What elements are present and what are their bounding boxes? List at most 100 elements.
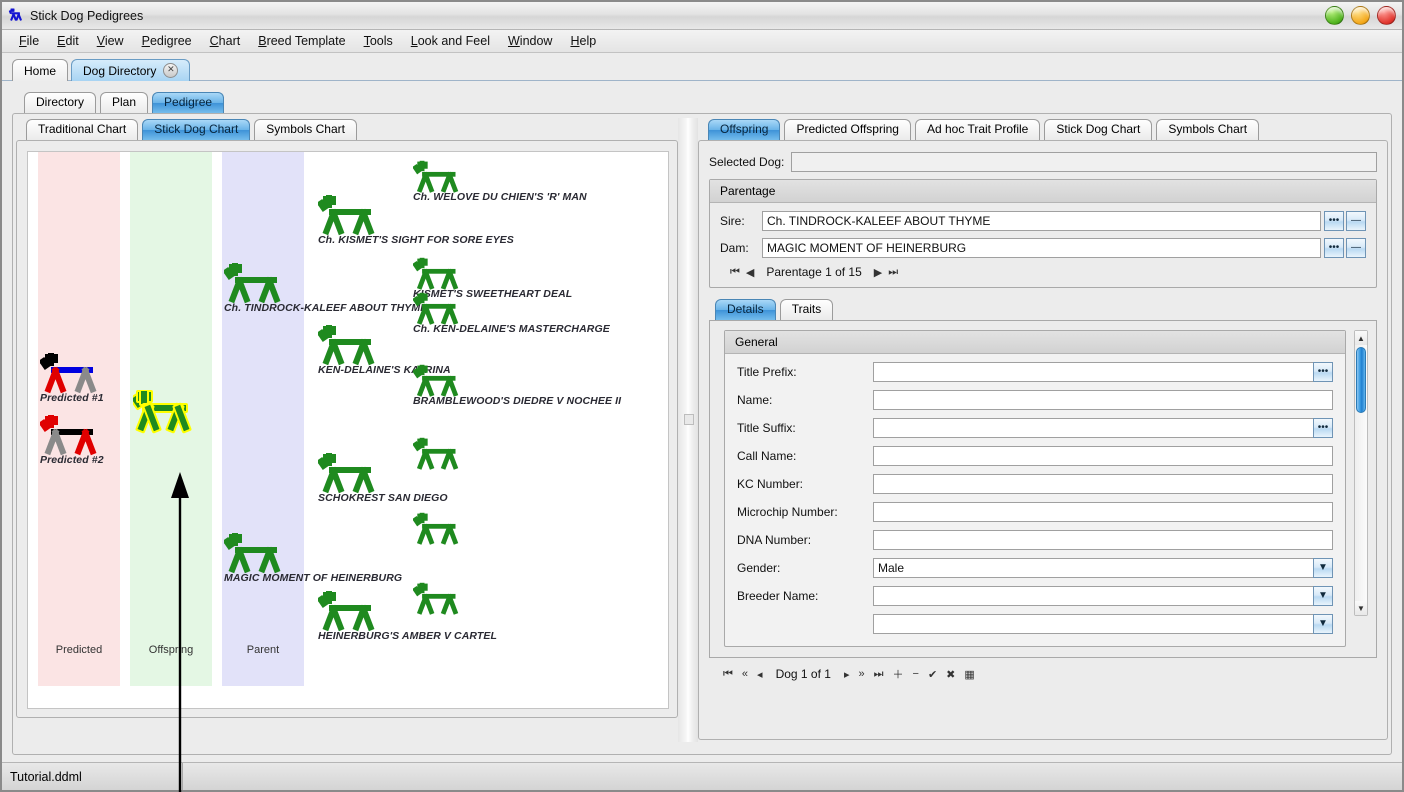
- stick-dog-figure[interactable]: [413, 364, 463, 399]
- stick-dog-figure[interactable]: [224, 262, 286, 306]
- record-commit-button[interactable]: ✔: [928, 668, 937, 681]
- menu-look-and-feel[interactable]: Look and Feel: [402, 32, 499, 50]
- stick-dog-figure[interactable]: [413, 292, 463, 327]
- record-prev-button[interactable]: ◂: [757, 668, 763, 681]
- dam-browse-button[interactable]: •••: [1324, 238, 1344, 258]
- stick-dog-figure[interactable]: [413, 257, 463, 292]
- tab-stick-dog-chart-right[interactable]: Stick Dog Chart: [1044, 119, 1152, 140]
- menu-window[interactable]: Window: [499, 32, 561, 50]
- document-tab-dog-directory[interactable]: Dog Directory ✕: [71, 59, 190, 81]
- menu-breed-template[interactable]: Breed Template: [249, 32, 354, 50]
- field-dropdown-button[interactable]: ▼: [1313, 558, 1333, 578]
- menu-pedigree[interactable]: Pedigree: [133, 32, 201, 50]
- tab-pedigree[interactable]: Pedigree: [152, 92, 224, 113]
- tab-ad-hoc-trait-profile[interactable]: Ad hoc Trait Profile: [915, 119, 1040, 140]
- stick-dog-figure[interactable]: [224, 532, 286, 576]
- chart-node[interactable]: [224, 532, 286, 579]
- field-browse-button[interactable]: •••: [1313, 418, 1333, 438]
- menu-chart[interactable]: Chart: [201, 32, 250, 50]
- stick-dog-figure[interactable]: [318, 324, 380, 368]
- tab-directory[interactable]: Directory: [24, 92, 96, 113]
- chart-node[interactable]: [413, 292, 463, 330]
- selected-dog-input[interactable]: [791, 152, 1377, 172]
- field-input[interactable]: Male: [873, 558, 1333, 578]
- tab-offspring[interactable]: Offspring: [708, 119, 780, 140]
- stick-dog-figure[interactable]: [413, 582, 463, 617]
- record-fastfwd-button[interactable]: »: [858, 668, 864, 680]
- record-last-button[interactable]: ⏭: [874, 668, 884, 681]
- sire-browse-button[interactable]: •••: [1324, 211, 1344, 231]
- menu-edit[interactable]: Edit: [48, 32, 88, 50]
- chart-node[interactable]: [318, 452, 380, 499]
- dam-clear-button[interactable]: —: [1346, 238, 1366, 258]
- stick-dog-figure[interactable]: [318, 194, 380, 238]
- tab-symbols-chart[interactable]: Symbols Chart: [254, 119, 357, 140]
- parentage-next-button[interactable]: ▶: [874, 266, 882, 279]
- close-icon[interactable]: ✕: [163, 63, 178, 78]
- field-input[interactable]: [873, 474, 1333, 494]
- chart-node[interactable]: [413, 582, 463, 620]
- tab-plan[interactable]: Plan: [100, 92, 148, 113]
- chart-node[interactable]: [318, 324, 380, 371]
- record-cancel-button[interactable]: ✖: [946, 668, 955, 681]
- scroll-down-button[interactable]: ▼: [1355, 601, 1367, 615]
- menu-view[interactable]: View: [88, 32, 133, 50]
- field-input[interactable]: [873, 446, 1333, 466]
- field-dropdown-button[interactable]: ▼: [1313, 614, 1333, 634]
- field-input[interactable]: [873, 530, 1333, 550]
- stick-dog-figure[interactable]: [413, 512, 463, 547]
- tab-traditional-chart[interactable]: Traditional Chart: [26, 119, 138, 140]
- stick-dog-figure[interactable]: [413, 160, 463, 195]
- tab-predicted-offspring[interactable]: Predicted Offspring: [784, 119, 911, 140]
- stick-dog-figure[interactable]: [133, 390, 195, 434]
- record-add-button[interactable]: ＋: [893, 666, 904, 682]
- parentage-first-button[interactable]: ⏮: [730, 266, 740, 279]
- maximize-button[interactable]: [1351, 6, 1370, 25]
- stick-dog-figure[interactable]: [413, 437, 463, 472]
- chart-node[interactable]: [413, 160, 463, 198]
- field-dropdown-button[interactable]: ▼: [1313, 586, 1333, 606]
- details-scrollbar[interactable]: ▲ ▼: [1354, 330, 1368, 616]
- scrollbar-thumb[interactable]: [1356, 347, 1366, 413]
- record-grid-button[interactable]: ▦: [964, 668, 974, 681]
- field-input[interactable]: [873, 362, 1333, 382]
- document-tab-home[interactable]: Home: [12, 59, 68, 81]
- tab-details[interactable]: Details: [715, 299, 776, 320]
- chart-node[interactable]: [40, 352, 102, 399]
- field-input[interactable]: [873, 390, 1333, 410]
- dam-input[interactable]: MAGIC MOMENT OF HEINERBURG: [762, 238, 1321, 258]
- chart-node[interactable]: [413, 364, 463, 402]
- field-input[interactable]: [873, 614, 1333, 634]
- close-button[interactable]: [1377, 6, 1396, 25]
- sire-clear-button[interactable]: —: [1346, 211, 1366, 231]
- chart-node[interactable]: [224, 262, 286, 309]
- chart-node[interactable]: [318, 590, 380, 637]
- stick-dog-figure[interactable]: [40, 414, 102, 458]
- scroll-up-button[interactable]: ▲: [1355, 331, 1367, 345]
- record-first-button[interactable]: ⏮: [723, 668, 733, 681]
- parentage-prev-button[interactable]: ◀: [746, 266, 754, 279]
- tab-symbols-chart-right[interactable]: Symbols Chart: [1156, 119, 1259, 140]
- menu-tools[interactable]: Tools: [355, 32, 402, 50]
- chart-node[interactable]: [40, 414, 102, 461]
- stick-dog-figure[interactable]: [318, 590, 380, 634]
- tab-traits[interactable]: Traits: [780, 299, 834, 320]
- chart-node[interactable]: [133, 390, 195, 437]
- chart-node[interactable]: [413, 512, 463, 550]
- chart-node[interactable]: [413, 257, 463, 295]
- divider-grip[interactable]: [684, 414, 694, 425]
- field-input[interactable]: [873, 586, 1333, 606]
- field-input[interactable]: [873, 502, 1333, 522]
- field-browse-button[interactable]: •••: [1313, 362, 1333, 382]
- stick-dog-figure[interactable]: [318, 452, 380, 496]
- field-input[interactable]: [873, 418, 1333, 438]
- split-divider[interactable]: [678, 118, 698, 742]
- sire-input[interactable]: Ch. TINDROCK-KALEEF ABOUT THYME: [762, 211, 1321, 231]
- record-next-button[interactable]: ▸: [844, 668, 850, 681]
- stick-dog-figure[interactable]: [40, 352, 102, 396]
- record-remove-button[interactable]: −: [913, 668, 919, 680]
- minimize-button[interactable]: [1325, 6, 1344, 25]
- menu-help[interactable]: Help: [561, 32, 605, 50]
- parentage-last-button[interactable]: ⏭: [888, 266, 898, 279]
- chart-node[interactable]: [318, 194, 380, 241]
